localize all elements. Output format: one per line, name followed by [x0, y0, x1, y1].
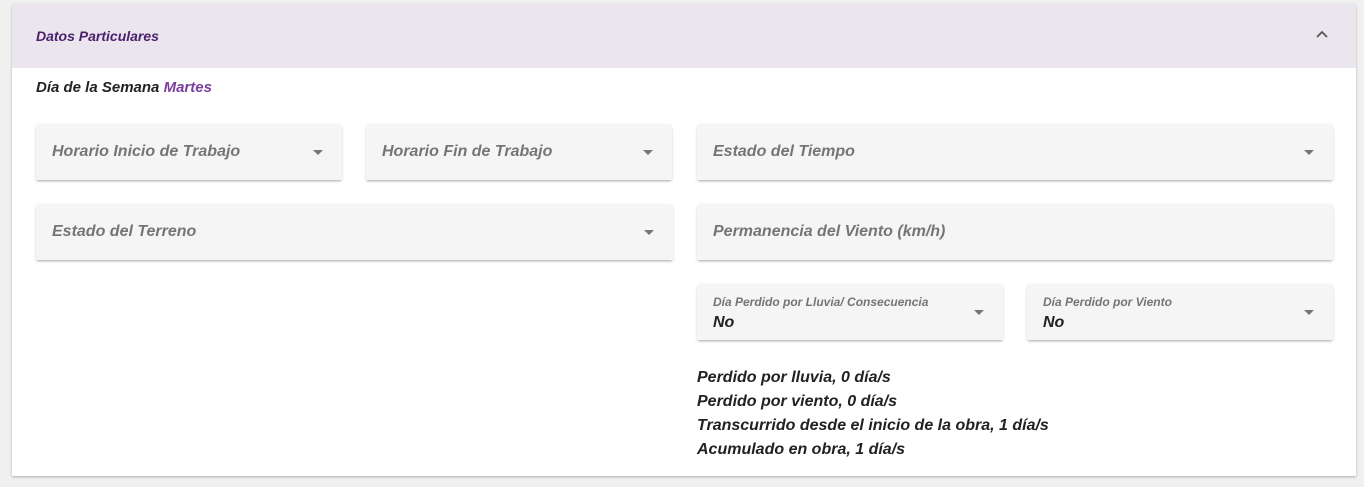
dia-perdido-viento-label: Día Perdido por Viento — [1043, 295, 1172, 309]
dia-perdido-lluvia-label: Día Perdido por Lluvia/ Consecuencia — [713, 295, 929, 309]
summary-viento: Perdido por viento, 0 día/s — [697, 393, 898, 410]
dropdown-arrow-icon — [313, 150, 323, 155]
estado-terreno-label: Estado del Terreno — [52, 223, 197, 240]
horario-fin-select[interactable]: Horario Fin de Trabajo — [366, 124, 672, 180]
horario-inicio-select[interactable]: Horario Inicio de Trabajo — [36, 124, 342, 180]
summary-transcurrido: Transcurrido desde el inicio de la obra,… — [697, 417, 1049, 434]
permanencia-viento-placeholder: Permanencia del Viento (km/h) — [713, 223, 946, 240]
chevron-up-icon[interactable] — [1314, 26, 1330, 42]
dropdown-arrow-icon — [1304, 310, 1314, 315]
summary-block: Perdido por lluvia, 0 día/s Perdido por … — [697, 366, 1049, 462]
summary-lluvia: Perdido por lluvia, 0 día/s — [697, 369, 891, 386]
weekday-value: Martes — [163, 79, 212, 96]
estado-tiempo-label: Estado del Tiempo — [713, 143, 855, 160]
weekday-label: Día de la Semana — [36, 79, 160, 96]
summary-acumulado: Acumulado en obra, 1 día/s — [697, 441, 906, 458]
panel-title: Datos Particulares — [36, 28, 159, 44]
dropdown-arrow-icon — [1304, 150, 1314, 155]
weekday-line: Día de la Semana Martes — [36, 79, 212, 96]
horario-inicio-label: Horario Inicio de Trabajo — [52, 143, 241, 160]
dropdown-arrow-icon — [643, 150, 653, 155]
dia-perdido-lluvia-value: No — [713, 314, 735, 331]
panel-header[interactable]: Datos Particulares — [12, 4, 1356, 68]
datos-particulares-panel: Datos Particulares Día de la Semana Mart… — [12, 4, 1356, 476]
dropdown-arrow-icon — [974, 310, 984, 315]
dia-perdido-viento-select[interactable]: Día Perdido por Viento No — [1027, 284, 1333, 340]
dia-perdido-lluvia-select[interactable]: Día Perdido por Lluvia/ Consecuencia No — [697, 284, 1003, 340]
dia-perdido-viento-value: No — [1043, 314, 1065, 331]
estado-tiempo-select[interactable]: Estado del Tiempo — [697, 124, 1333, 180]
permanencia-viento-input[interactable]: Permanencia del Viento (km/h) — [697, 204, 1333, 260]
dropdown-arrow-icon — [644, 230, 654, 235]
horario-fin-label: Horario Fin de Trabajo — [382, 143, 553, 160]
estado-terreno-select[interactable]: Estado del Terreno — [36, 204, 673, 260]
